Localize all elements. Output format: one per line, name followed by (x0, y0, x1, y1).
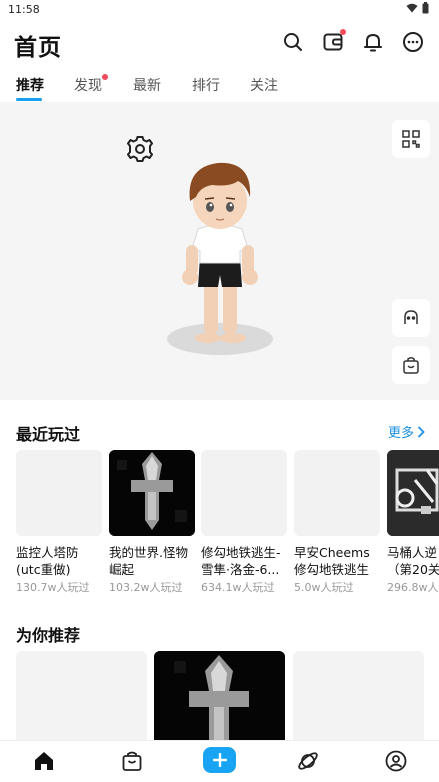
chevron-right-icon (417, 425, 425, 438)
game-thumbnail (16, 450, 102, 536)
game-plays: 5.0w人玩过 (294, 581, 354, 594)
tab-discover[interactable]: 发现 (74, 75, 102, 95)
recommend-thumbnail (154, 651, 285, 751)
tab-latest[interactable]: 最新 (133, 75, 161, 95)
header: 首页 (0, 24, 439, 64)
wifi-icon (406, 3, 418, 13)
header-actions (281, 29, 425, 54)
bell-icon[interactable] (361, 30, 385, 54)
more-link[interactable]: 更多 (388, 422, 425, 441)
game-card[interactable]: 马桶人逆（第20关 296.8w人玩 (387, 450, 439, 595)
game-plays: 130.7w人玩过 (16, 581, 90, 594)
recent-section-title: 最近玩过 (16, 425, 81, 444)
game-name: 马桶人逆 （第20关 (387, 545, 439, 577)
home-icon[interactable] (32, 749, 56, 773)
bag-icon[interactable] (392, 346, 430, 384)
battery-icon (422, 2, 429, 14)
planet-icon[interactable] (296, 749, 320, 773)
shop-icon[interactable] (120, 749, 144, 773)
game-thumbnail (294, 450, 380, 536)
game-plays: 634.1w人玩过 (201, 581, 275, 594)
tab-ranking[interactable]: 排行 (192, 75, 220, 95)
profile-icon[interactable] (384, 749, 408, 773)
avatar-area (0, 102, 439, 400)
status-time: 11:58 (8, 3, 40, 16)
page-title: 首页 (14, 35, 62, 61)
tab-following[interactable]: 关注 (250, 75, 278, 95)
wallet-icon[interactable] (321, 29, 346, 54)
recommend-card[interactable] (293, 651, 424, 751)
game-name: 监控人塔防 (utc重做) (16, 545, 79, 577)
game-plays: 103.2w人玩过 (109, 581, 183, 594)
face-icon[interactable] (392, 299, 430, 337)
game-name: 早安Cheems 修勾地铁逃生 (294, 545, 370, 577)
tab-indicator (16, 98, 42, 101)
discover-badge (102, 74, 108, 80)
recommend-card[interactable] (154, 651, 285, 751)
recommend-section-title: 为你推荐 (16, 626, 81, 645)
bottom-nav (0, 740, 439, 782)
qr-icon[interactable] (392, 120, 430, 158)
more-icon[interactable] (401, 30, 425, 54)
plus-icon[interactable] (203, 747, 236, 773)
search-icon[interactable] (281, 30, 305, 54)
game-name: 修勾地铁逃生- 雪隼·洛金-6... (201, 545, 281, 577)
game-thumbnail (387, 450, 439, 536)
game-name: 我的世界.怪物 崛起 (109, 545, 188, 577)
game-thumbnail (109, 450, 195, 536)
game-card[interactable]: 我的世界.怪物 崛起 103.2w人玩过 (109, 450, 195, 595)
game-plays: 296.8w人玩 (387, 581, 439, 594)
recommend-card[interactable] (16, 651, 147, 751)
avatar-character[interactable] (160, 157, 280, 357)
status-bar: 11:58 (0, 0, 439, 20)
game-card[interactable]: 监控人塔防 (utc重做) 130.7w人玩过 (16, 450, 102, 595)
game-card[interactable]: 修勾地铁逃生- 雪隼·洛金-6... 634.1w人玩过 (201, 450, 287, 595)
game-thumbnail (201, 450, 287, 536)
tab-recommend[interactable]: 推荐 (16, 75, 44, 95)
system-icons (406, 2, 429, 14)
more-label: 更多 (387, 426, 414, 441)
game-card[interactable]: 早安Cheems 修勾地铁逃生 5.0w人玩过 (294, 450, 380, 595)
wallet-badge (340, 29, 346, 35)
gear-icon[interactable] (125, 134, 155, 164)
top-tabs: 推荐 发现 最新 排行 关注 (0, 72, 439, 102)
